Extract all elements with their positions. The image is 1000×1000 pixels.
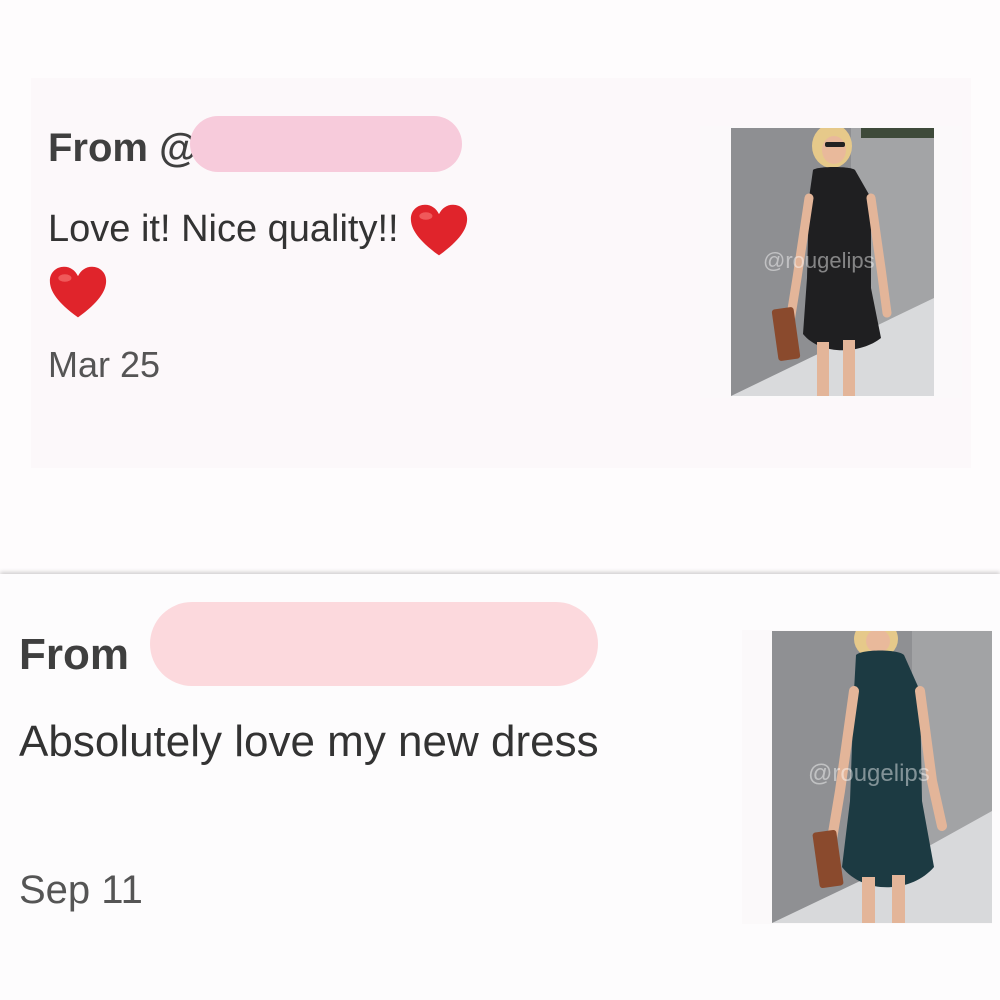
- username-redaction: [150, 602, 598, 686]
- review-date: Mar 25: [48, 344, 161, 385]
- username-redaction: [190, 116, 462, 172]
- heart-icon: [48, 264, 108, 322]
- review-text: Absolutely love my new dress: [19, 717, 599, 766]
- review-date: Sep 11: [19, 868, 143, 912]
- review-author-label: From: [19, 630, 129, 679]
- photo-watermark: @rougelips: [808, 760, 930, 787]
- review-photo[interactable]: @rougelips: [772, 631, 992, 923]
- review-author-label: From @: [48, 126, 199, 170]
- review-text: Love it! Nice quality!!: [48, 198, 608, 322]
- review-photo[interactable]: @rougelips: [731, 128, 934, 396]
- review-text-body: Love it! Nice quality!!: [48, 208, 399, 250]
- photo-watermark: @rougelips: [763, 248, 875, 273]
- heart-icon: [409, 202, 469, 260]
